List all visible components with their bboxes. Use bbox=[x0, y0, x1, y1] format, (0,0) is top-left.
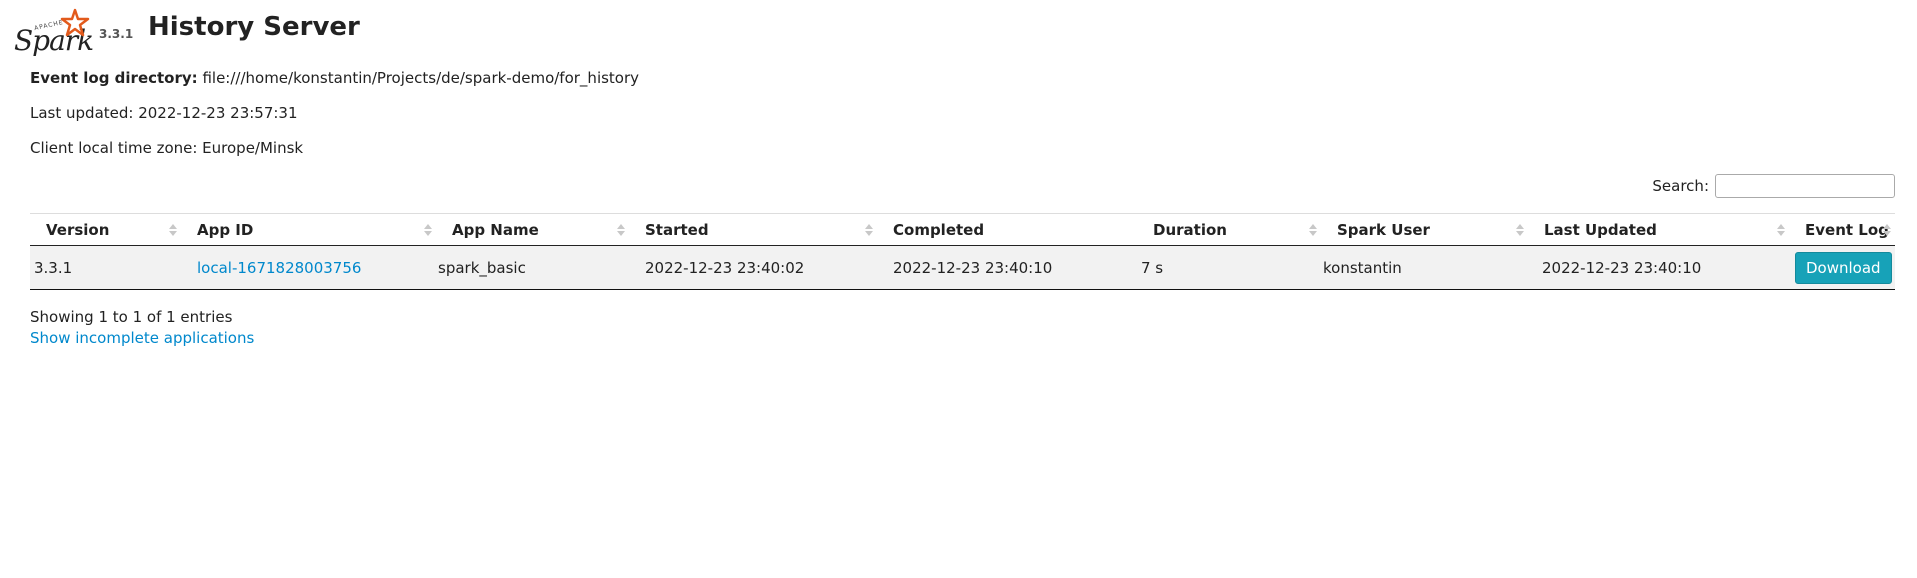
column-last-updated[interactable]: Last Updated bbox=[1528, 214, 1789, 246]
column-completed[interactable]: Completed bbox=[877, 214, 1137, 246]
sort-icon bbox=[169, 224, 177, 238]
last-updated: Last updated: 2022-12-23 23:57:31 bbox=[30, 104, 298, 122]
column-app-id[interactable]: App ID bbox=[181, 214, 436, 246]
cell-last-updated: 2022-12-23 23:40:10 bbox=[1542, 258, 1702, 277]
show-incomplete-link[interactable]: Show incomplete applications bbox=[30, 329, 254, 347]
column-label: App ID bbox=[197, 220, 254, 239]
search-label: Search: bbox=[1652, 177, 1709, 195]
client-timezone: Client local time zone: Europe/Minsk bbox=[30, 139, 304, 157]
column-event-log[interactable]: Event Log bbox=[1789, 214, 1895, 246]
event-log-value: file:///home/konstantin/Projects/de/spar… bbox=[202, 69, 640, 87]
column-label: Completed bbox=[893, 220, 985, 239]
cell-started: 2022-12-23 23:40:02 bbox=[645, 258, 805, 277]
page-header: APACHE Spark bbox=[14, 8, 96, 57]
table-header-row: Version App ID App Name Started Complete… bbox=[30, 213, 1895, 246]
cell-duration: 7 s bbox=[1141, 258, 1164, 277]
app-id-link[interactable]: local-1671828003756 bbox=[197, 259, 361, 277]
column-label: Spark User bbox=[1337, 220, 1430, 239]
column-label: Duration bbox=[1153, 220, 1227, 239]
sort-icon bbox=[1309, 224, 1317, 238]
column-label: Event Log bbox=[1805, 220, 1889, 239]
sort-icon bbox=[865, 224, 873, 238]
spark-version: 3.3.1 bbox=[99, 27, 134, 41]
column-started[interactable]: Started bbox=[629, 214, 877, 246]
column-spark-user[interactable]: Spark User bbox=[1321, 214, 1528, 246]
cell-app-id: local-1671828003756 bbox=[181, 246, 436, 290]
applications-table: Version App ID App Name Started Complete… bbox=[30, 213, 1895, 290]
column-label: Last Updated bbox=[1544, 220, 1657, 239]
search-box: Search: bbox=[1652, 174, 1895, 198]
cell-completed: 2022-12-23 23:40:10 bbox=[893, 258, 1053, 277]
download-button[interactable]: Download bbox=[1795, 251, 1892, 284]
event-log-directory: Event log directory: file:///home/konsta… bbox=[30, 69, 639, 87]
column-app-name[interactable]: App Name bbox=[436, 214, 629, 246]
star-icon bbox=[60, 8, 90, 37]
column-label: App Name bbox=[452, 220, 539, 239]
sort-icon bbox=[1883, 224, 1891, 238]
entries-info: Showing 1 to 1 of 1 entries bbox=[30, 308, 233, 326]
sort-icon bbox=[617, 224, 625, 238]
search-input[interactable] bbox=[1715, 174, 1895, 198]
cell-spark-user: konstantin bbox=[1323, 258, 1402, 277]
column-version[interactable]: Version bbox=[30, 214, 181, 246]
column-duration[interactable]: Duration bbox=[1137, 214, 1321, 246]
cell-event-log: Download bbox=[1789, 246, 1895, 290]
column-label: Started bbox=[645, 220, 709, 239]
event-log-label: Event log directory: bbox=[30, 69, 198, 87]
cell-app-name: spark_basic bbox=[438, 258, 526, 277]
sort-icon bbox=[1516, 224, 1524, 238]
sort-icon bbox=[1777, 224, 1785, 238]
cell-version: 3.3.1 bbox=[34, 258, 73, 277]
page-title: History Server bbox=[148, 12, 360, 42]
spark-logo[interactable]: APACHE Spark bbox=[14, 8, 96, 57]
sort-icon bbox=[424, 224, 432, 238]
table-row: 3.3.1 local-1671828003756 spark_basic 20… bbox=[30, 245, 1895, 290]
column-label: Version bbox=[46, 220, 110, 239]
